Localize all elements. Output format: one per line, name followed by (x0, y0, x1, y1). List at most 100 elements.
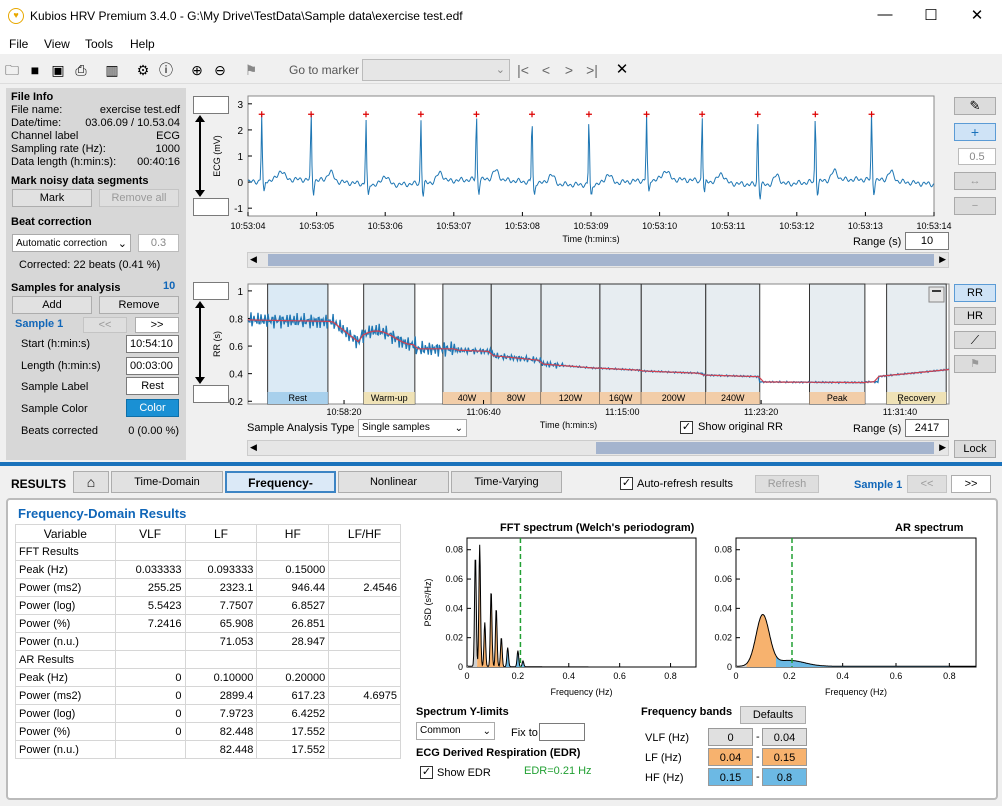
scroll-right-icon[interactable]: ▶ (939, 254, 946, 265)
ecg-scrollbar[interactable]: ◀ ▶ (247, 252, 949, 268)
sample-label-input[interactable]: Rest (126, 377, 179, 395)
prev-sample-button[interactable]: << (83, 317, 127, 333)
hf-high-input[interactable]: 0.8 (762, 768, 807, 786)
scroll-left-icon[interactable]: ◀ (250, 442, 257, 453)
prev-marker-icon[interactable]: < (537, 62, 555, 78)
scroll-left-icon[interactable]: ◀ (250, 254, 257, 265)
menu-view[interactable]: View (44, 37, 70, 51)
ylimits-select[interactable]: Common ⌄ (416, 722, 495, 740)
rr-scroll-thumb[interactable] (596, 442, 934, 454)
clear-x-icon[interactable]: ✕ (613, 62, 631, 78)
minimize-icon[interactable]: — (870, 6, 900, 23)
ecg-ytick-label: -1 (234, 204, 243, 215)
length-input[interactable]: 00:03:00 (126, 357, 179, 375)
info-icon[interactable]: ⓘ (157, 62, 175, 78)
ecg-chart[interactable]: 3210-110:53:04 10:53:05 10:53:06 10:53:07 10… (208, 90, 954, 250)
lf-low-input[interactable]: 0.04 (708, 748, 753, 766)
zoom-in-icon[interactable]: ⊕ (188, 62, 206, 78)
tab-nonlinear[interactable]: Nonlinear (338, 471, 449, 493)
rr-sample-region (705, 283, 761, 405)
move-arrows-icon[interactable]: ↔ (954, 172, 996, 190)
defaults-button[interactable]: Defaults (740, 706, 806, 724)
table-cell: 28.947 (256, 632, 330, 651)
open-folder-icon[interactable]: 🗀 (3, 62, 21, 78)
table-cell: 0 (114, 704, 186, 723)
rr-scrollbar[interactable]: ◀ ▶ (247, 440, 949, 456)
save-icon[interactable]: ■ (26, 62, 44, 78)
table-cell: Power (ms2) (15, 686, 116, 705)
results-panel: Frequency-Domain Results Variable VLF LF HF… (6, 498, 998, 800)
last-marker-icon[interactable]: >| (583, 62, 601, 78)
beats-corrected-value: 0 (0.00 %) (128, 425, 179, 437)
zoom-factor-input[interactable]: 0.5 (958, 148, 996, 165)
rr-range-input[interactable]: 2417 (905, 419, 949, 437)
fix-to-input[interactable] (539, 723, 585, 741)
flag-marker-icon[interactable]: ⚑ (242, 62, 260, 78)
zoom-out-icon[interactable]: ⊖ (211, 62, 229, 78)
export-icon[interactable]: ▣ (49, 62, 67, 78)
edr-value: EDR=0.21 Hz (524, 765, 592, 777)
table-row: Power (log) 0 7.9723 6.4252 (15, 704, 401, 723)
table-cell (328, 596, 401, 615)
sample-color-button[interactable]: Color (126, 399, 179, 417)
correction-threshold-input[interactable]: 0.3 (138, 234, 179, 252)
menu-help[interactable]: Help (130, 37, 155, 51)
results-prev-button[interactable]: << (907, 475, 947, 493)
results-next-button[interactable]: >> (951, 475, 991, 493)
hf-low-input[interactable]: 0.15 (708, 768, 753, 786)
ecg-range-input[interactable]: 10 (905, 232, 949, 250)
lock-button[interactable]: Lock (954, 440, 996, 458)
mark-button[interactable]: Mark (12, 189, 92, 207)
correction-method-select[interactable]: Automatic correction ⌄ (12, 234, 131, 252)
show-original-rr-checkbox[interactable]: ✓ (680, 421, 693, 434)
add-sample-button[interactable]: Add (12, 296, 92, 314)
fft-ytick-label: 0.04 (445, 603, 463, 613)
first-marker-icon[interactable]: |< (514, 62, 532, 78)
rr-ylim-arrow-icon (195, 301, 205, 384)
refresh-button[interactable]: Refresh (755, 475, 819, 493)
remove-sample-button[interactable]: Remove (99, 296, 179, 314)
remove-all-button[interactable]: Remove all (99, 189, 179, 207)
menu-file[interactable]: File (9, 37, 28, 51)
next-marker-icon[interactable]: > (560, 62, 578, 78)
show-edr-checkbox[interactable]: ✓ (420, 766, 433, 779)
table-cell: Power (ms2) (15, 578, 116, 597)
flag-icon[interactable]: ⚑ (954, 355, 996, 373)
vlf-low-input[interactable]: 0 (708, 728, 753, 746)
start-time-input[interactable]: 10:54:10 (126, 335, 179, 353)
ar-ytick-label: 0.08 (714, 545, 732, 555)
ar-xtick-label: 0.2 (783, 671, 796, 681)
hr-mode-button[interactable]: HR (954, 307, 996, 325)
home-icon[interactable]: ⌂ (73, 471, 109, 493)
edit-pencil-icon[interactable]: ✎ (954, 97, 996, 115)
menu-tools[interactable]: Tools (85, 37, 113, 51)
add-plus-icon[interactable]: + (954, 123, 996, 141)
fft-xtick-label: 0 (464, 671, 469, 681)
auto-refresh-checkbox[interactable]: ✓ (620, 477, 633, 490)
ecg-scroll-thumb[interactable] (268, 254, 934, 266)
rr-chart[interactable]: Rest Warm-up 40W 80W 120W 160W 200W 240W Peak Rec… (208, 276, 954, 436)
print-icon[interactable]: ⎙ (72, 62, 90, 78)
close-icon[interactable]: ✕ (962, 6, 992, 24)
lf-high-input[interactable]: 0.15 (762, 748, 807, 766)
remove-minus-icon[interactable]: − (954, 197, 996, 215)
fft-ytick-label: 0.06 (445, 574, 463, 584)
scroll-right-icon[interactable]: ▶ (939, 442, 946, 453)
ecg-xtick-label: 10:53:05 (299, 221, 334, 231)
report-icon[interactable]: ▥ (103, 62, 121, 78)
marker-select[interactable]: ⌄ (362, 59, 510, 81)
table-cell: 4.6975 (328, 686, 401, 705)
ecg-xtick-label: 10:53:07 (436, 221, 471, 231)
tab-frequency-domain[interactable]: Frequency-Domain (225, 471, 336, 510)
tab-time-domain[interactable]: Time-Domain (111, 471, 223, 493)
tab-time-varying[interactable]: Time-Varying (451, 471, 562, 493)
vlf-high-input[interactable]: 0.04 (762, 728, 807, 746)
next-sample-button[interactable]: >> (135, 317, 179, 333)
rr-sample-region (442, 283, 492, 405)
maximize-icon[interactable]: ☐ (916, 6, 946, 24)
settings-gear-icon[interactable]: ⚙ (134, 62, 152, 78)
samples-heading: Samples for analysis (11, 282, 121, 294)
trend-line-icon[interactable]: ⟋ (954, 331, 996, 349)
analysis-type-select[interactable]: Single samples ⌄ (358, 419, 467, 437)
rr-mode-button[interactable]: RR (954, 284, 996, 302)
